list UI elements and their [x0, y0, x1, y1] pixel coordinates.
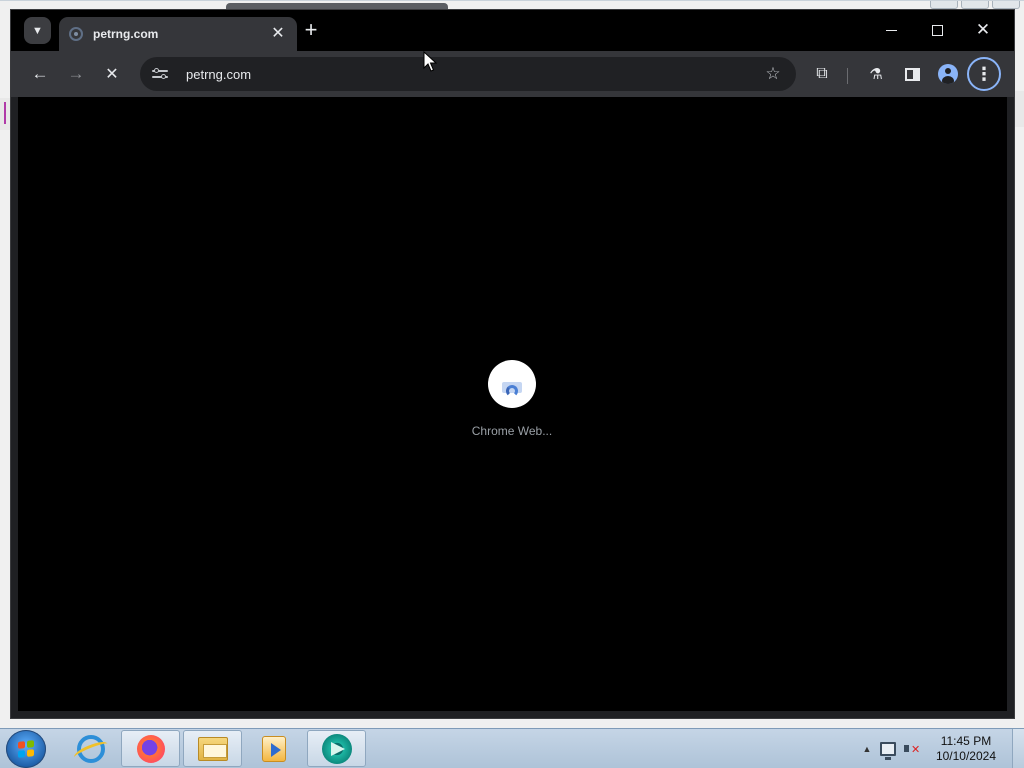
system-tray: ▲ 11:45 PM 10/10/2024: [860, 729, 1024, 768]
maximize-button[interactable]: [914, 16, 960, 44]
tab-title: petrng.com: [93, 27, 159, 41]
chrome-labs-icon[interactable]: ⚗: [861, 59, 891, 89]
maximize-icon: [931, 24, 943, 36]
stop-loading-button[interactable]: ✕: [97, 59, 127, 89]
taskbar-internet-explorer[interactable]: [61, 730, 120, 767]
page-content: Chrome Web...: [18, 97, 1007, 711]
internet-explorer-icon: [76, 734, 105, 763]
minimize-icon: [885, 29, 897, 31]
menu-button[interactable]: ⋮: [967, 57, 1001, 91]
tab-search-button[interactable]: ▼: [24, 17, 51, 44]
taskbar-media-player[interactable]: [244, 730, 303, 767]
loading-label: Chrome Web...: [471, 424, 553, 438]
taskbar: ▲ 11:45 PM 10/10/2024: [0, 728, 1024, 768]
new-tab-button[interactable]: +: [299, 19, 323, 43]
address-bar[interactable]: petrng.com ☆: [140, 57, 796, 91]
chevron-down-icon: ▼: [32, 24, 43, 37]
toolbar-divider: [847, 68, 848, 84]
clock-date: 10/10/2024: [935, 748, 996, 763]
show-hidden-icons-icon[interactable]: ▲: [860, 744, 874, 754]
close-window-button[interactable]: ✕: [960, 16, 1006, 44]
taskbar-chrome-app[interactable]: [307, 730, 366, 767]
chrome-app-icon: [321, 733, 352, 764]
volume-muted-icon[interactable]: [903, 741, 922, 757]
clock-time: 11:45 PM: [940, 733, 992, 748]
mouse-cursor-icon: [423, 51, 437, 72]
firefox-icon: [136, 734, 165, 763]
windows-logo-icon: [18, 740, 34, 758]
tab-active[interactable]: petrng.com ✕: [59, 17, 297, 51]
bookmark-star-icon[interactable]: ☆: [758, 64, 788, 84]
start-button[interactable]: [6, 730, 46, 768]
folder-icon: [197, 736, 228, 761]
clock[interactable]: 11:45 PM 10/10/2024: [936, 734, 996, 764]
extensions-icon[interactable]: ⧉: [807, 59, 837, 89]
minimize-button[interactable]: [868, 16, 914, 44]
taskbar-windows-explorer[interactable]: [183, 730, 242, 767]
profile-button[interactable]: [933, 59, 963, 89]
toolbar: ← → ✕ petrng.com ☆ ⧉ ⚗ ⋮: [11, 51, 1014, 97]
network-icon[interactable]: [879, 741, 896, 760]
tune-icon[interactable]: [152, 67, 170, 81]
avatar-icon: [938, 64, 958, 84]
chrome-window: ▼ petrng.com ✕ + ✕ ← → ✕ petrng.com ☆ ⧉ …: [11, 10, 1014, 718]
forward-button[interactable]: →: [61, 59, 91, 89]
back-button[interactable]: ←: [25, 59, 55, 89]
title-bar: ▼ petrng.com ✕ + ✕: [11, 10, 1014, 51]
media-player-icon: [261, 735, 286, 762]
taskbar-firefox[interactable]: [121, 730, 180, 767]
background-window-controls: [930, 1, 1020, 9]
globe-icon: [69, 27, 83, 41]
side-panel-button[interactable]: [897, 59, 927, 89]
side-panel-icon: [904, 67, 920, 81]
show-desktop-button[interactable]: [1012, 729, 1024, 768]
tab-close-icon[interactable]: ✕: [269, 25, 287, 43]
webstore-bag-icon: [488, 360, 536, 408]
url-text[interactable]: petrng.com: [186, 67, 758, 82]
